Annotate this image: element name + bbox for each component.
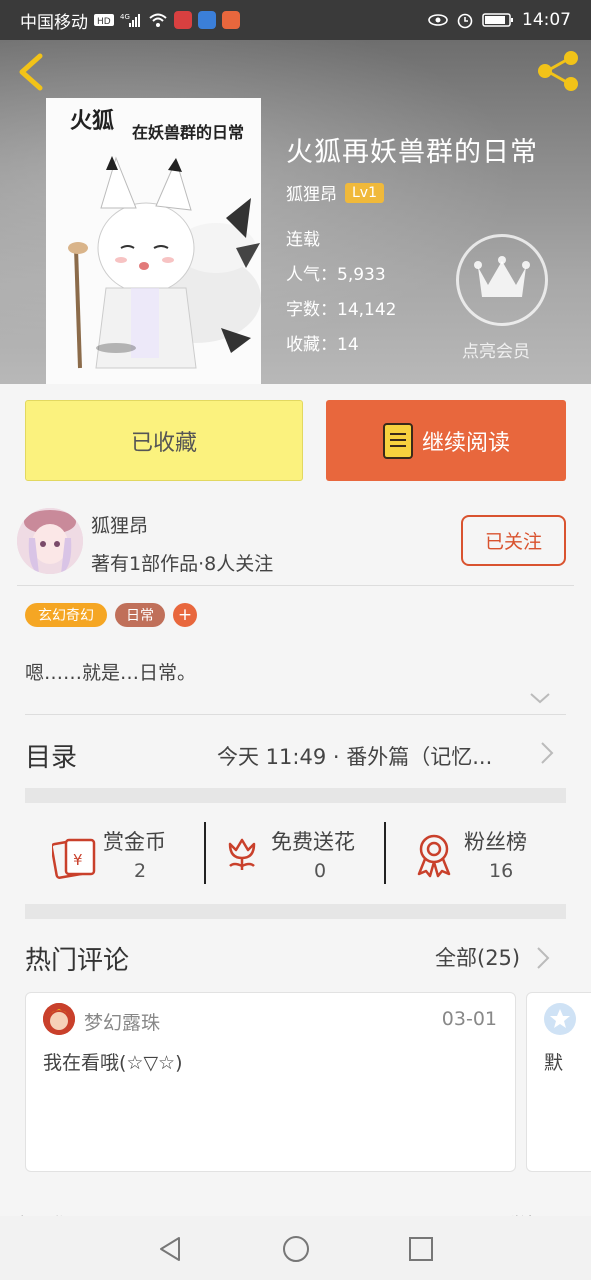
share-button[interactable] (535, 48, 581, 94)
book-description: 嗯……就是…日常。 (25, 662, 197, 684)
free-flowers-button[interactable]: 免费送花 0 (222, 820, 382, 886)
book-header: 火狐 在妖兽群的日常 火狐再妖兽群的日常 狐狸昂 Lv1 连载 人气：5,933… (0, 40, 591, 384)
svg-text:4G: 4G (120, 13, 130, 21)
medal-icon (417, 834, 451, 878)
author-name[interactable]: 狐狸昂 (286, 180, 337, 205)
reward-coins-value: 2 (134, 860, 147, 882)
status-bar: 中国移动 HD 4G 14:07 (0, 0, 591, 40)
system-nav-bar (0, 1216, 591, 1280)
signal-icon: 4G (120, 12, 142, 28)
comment-text: 默 (544, 1052, 564, 1074)
favorites-label: 收藏： (286, 335, 337, 355)
section-separator (25, 904, 566, 919)
follow-button[interactable]: 已关注 (461, 515, 566, 566)
reward-coins-button[interactable]: ¥ 赏金币 2 (50, 820, 200, 886)
popularity: 人气：5,933 (286, 260, 386, 285)
all-comments-link[interactable]: 全部(25) (435, 942, 520, 972)
chevron-right-icon (541, 742, 554, 764)
chevron-left-icon (19, 53, 43, 91)
favorites-value: 14 (337, 335, 359, 355)
app-notification-icon (222, 11, 240, 29)
crown-icon (474, 256, 530, 297)
author-card-name[interactable]: 狐狸昂 (91, 511, 148, 538)
free-flowers-label: 免费送花 (271, 830, 355, 854)
share-icon (538, 51, 578, 91)
author-avatar[interactable] (17, 508, 83, 574)
app-notification-icon (174, 11, 192, 29)
level-badge: Lv1 (345, 182, 384, 203)
collected-button[interactable]: 已收藏 (25, 400, 303, 481)
vip-label: 点亮会员 (462, 342, 530, 362)
home-circle-icon[interactable] (281, 1234, 311, 1264)
table-of-contents-row[interactable]: 目录 今天 11:49 · 番外篇（记忆... (25, 727, 566, 783)
latest-chapter: 今天 11:49 · 番外篇（记忆... (217, 745, 493, 769)
word-count-label: 字数： (286, 300, 337, 320)
cover-subtitle: 在妖兽群的日常 (132, 123, 244, 142)
author-row: 狐狸昂 Lv1 (286, 180, 384, 205)
tag-daily[interactable]: 日常 (115, 603, 165, 627)
commenter-avatar (544, 1003, 576, 1035)
tag-fantasy[interactable]: 玄幻奇幻 (25, 603, 107, 627)
divider (384, 822, 386, 884)
reward-coins-label: 赏金币 (103, 830, 166, 854)
divider (25, 714, 566, 715)
fan-ranking-label: 粉丝榜 (464, 830, 527, 854)
section-separator (25, 788, 566, 803)
add-tag-button[interactable]: + (173, 603, 197, 627)
app-notification-icon (198, 11, 216, 29)
word-count: 字数：14,142 (286, 295, 396, 320)
divider (17, 585, 574, 586)
alarm-icon (456, 11, 474, 29)
hd-icon: HD (94, 13, 114, 27)
toc-label: 目录 (25, 743, 78, 773)
popularity-label: 人气： (286, 265, 337, 285)
continue-reading-label: 继续阅读 (421, 430, 510, 456)
chevron-right-icon (537, 947, 550, 969)
author-card-info: 著有1部作品·8人关注 (91, 553, 274, 575)
svg-text:¥: ¥ (73, 851, 83, 869)
commenter-avatar (43, 1003, 75, 1035)
free-flowers-value: 0 (314, 860, 327, 882)
continue-reading-button[interactable]: 继续阅读 (326, 400, 566, 481)
comment-date: 03-01 (441, 1008, 497, 1030)
recents-square-icon[interactable] (406, 1234, 436, 1264)
book-title: 火狐再妖兽群的日常 (286, 137, 538, 168)
wifi-icon (148, 12, 168, 28)
chevron-down-icon (530, 693, 550, 704)
red-envelope-icon: ¥ (52, 838, 96, 879)
eye-icon (428, 13, 448, 27)
comment-card[interactable]: 梦幻露珠 03-01 我在看哦(☆▽☆) (25, 992, 516, 1172)
serial-status: 连载 (286, 230, 320, 250)
divider (204, 822, 206, 884)
book-icon (382, 422, 413, 459)
book-cover[interactable]: 火狐 在妖兽群的日常 (46, 98, 261, 384)
fan-ranking-button[interactable]: 粉丝榜 16 (414, 820, 564, 886)
popularity-value: 5,933 (337, 265, 386, 285)
vip-button[interactable] (456, 234, 548, 326)
hot-comments-title: 热门评论 (25, 946, 130, 976)
back-button[interactable] (14, 52, 50, 92)
favorites-count: 收藏：14 (286, 330, 359, 355)
commenter-name: 梦幻露珠 (84, 1012, 161, 1034)
svg-text:HD: HD (97, 17, 111, 27)
clock-label: 14:07 (522, 10, 571, 30)
expand-description-button[interactable] (529, 690, 551, 706)
comment-card[interactable]: 默 (526, 992, 591, 1172)
back-triangle-icon[interactable] (155, 1234, 185, 1264)
flower-icon (228, 838, 256, 870)
carrier-label: 中国移动 (20, 12, 88, 33)
word-count-value: 14,142 (337, 300, 397, 320)
comment-text: 我在看哦(☆▽☆) (43, 1052, 183, 1074)
cover-title: 火狐 (70, 108, 114, 134)
battery-icon (482, 12, 514, 28)
fan-ranking-value: 16 (489, 860, 514, 882)
